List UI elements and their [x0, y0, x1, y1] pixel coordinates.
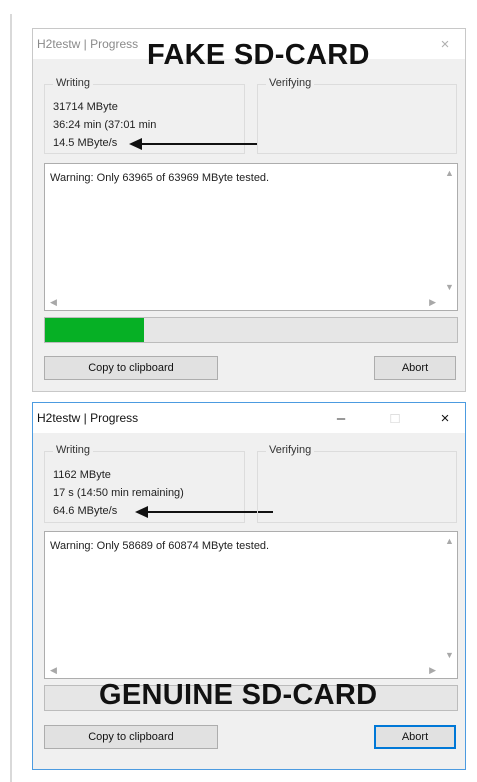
progress-bar	[44, 317, 458, 343]
scroll-down-icon[interactable]: ▼	[445, 650, 454, 660]
writing-group: Writing 31714 MByte 36:24 min (37:01 min…	[44, 77, 257, 154]
arrow-left-icon	[135, 506, 273, 518]
log-text-area[interactable]: Warning: Only 63965 of 63969 MByte teste…	[44, 163, 458, 311]
scroll-left-icon[interactable]: ◀	[50, 665, 57, 676]
horizontal-scrollbar[interactable]: ◀ ▶	[45, 662, 441, 678]
elapsed-time: 17 s (14:50 min remaining)	[53, 487, 184, 499]
written-amount: 31714 MByte	[53, 101, 118, 113]
verifying-legend: Verifying	[266, 77, 315, 89]
writing-legend: Writing	[53, 77, 94, 89]
writing-group: Writing 1162 MByte 17 s (14:50 min remai…	[44, 444, 273, 523]
copy-to-clipboard-button[interactable]: Copy to clipboard	[44, 356, 218, 380]
vertical-scrollbar[interactable]: ▲ ▼	[441, 164, 457, 294]
verifying-legend: Verifying	[266, 444, 315, 456]
close-icon[interactable]: ×	[431, 33, 459, 55]
verifying-group: Verifying	[257, 77, 457, 154]
log-warning-text: Warning: Only 58689 of 60874 MByte teste…	[50, 540, 270, 552]
title-bar: H2testw | Progress – □ ×	[33, 403, 465, 433]
vertical-scrollbar[interactable]: ▲ ▼	[441, 532, 457, 662]
verifying-group: Verifying	[257, 444, 457, 523]
abort-button[interactable]: Abort	[374, 725, 456, 749]
fake-progress-window: H2testw | Progress × FAKE SD-CARD Writin…	[32, 28, 466, 392]
close-icon[interactable]: ×	[431, 407, 459, 429]
log-warning-text: Warning: Only 63965 of 63969 MByte teste…	[50, 172, 270, 184]
written-amount: 1162 MByte	[53, 469, 111, 481]
scroll-up-icon[interactable]: ▲	[445, 168, 454, 178]
write-speed: 14.5 MByte/s	[53, 137, 118, 149]
fake-sd-card-label: FAKE SD-CARD	[147, 39, 370, 71]
scroll-up-icon[interactable]: ▲	[445, 536, 454, 546]
minimize-icon[interactable]: –	[327, 407, 355, 429]
abort-button[interactable]: Abort	[374, 356, 456, 380]
genuine-progress-window: H2testw | Progress – □ × Writing 1162 MB…	[32, 402, 466, 770]
write-speed: 64.6 MByte/s	[53, 505, 118, 517]
scroll-left-icon[interactable]: ◀	[50, 297, 57, 308]
log-text-area[interactable]: Warning: Only 58689 of 60874 MByte teste…	[44, 531, 458, 679]
writing-legend: Writing	[53, 444, 94, 456]
copy-to-clipboard-button[interactable]: Copy to clipboard	[44, 725, 218, 749]
scroll-down-icon[interactable]: ▼	[445, 282, 454, 292]
window-title: H2testw | Progress	[37, 37, 139, 51]
elapsed-time: 36:24 min (37:01 min	[53, 119, 157, 131]
scroll-right-icon[interactable]: ▶	[429, 665, 436, 676]
progress-fill	[45, 318, 144, 342]
genuine-sd-card-label: GENUINE SD-CARD	[99, 679, 378, 711]
maximize-icon[interactable]: □	[381, 407, 409, 429]
horizontal-scrollbar[interactable]: ◀ ▶	[45, 294, 441, 310]
scroll-right-icon[interactable]: ▶	[429, 297, 436, 308]
arrow-left-icon	[129, 138, 257, 150]
window-title: H2testw | Progress	[37, 411, 139, 425]
left-margin-rule	[10, 14, 12, 782]
